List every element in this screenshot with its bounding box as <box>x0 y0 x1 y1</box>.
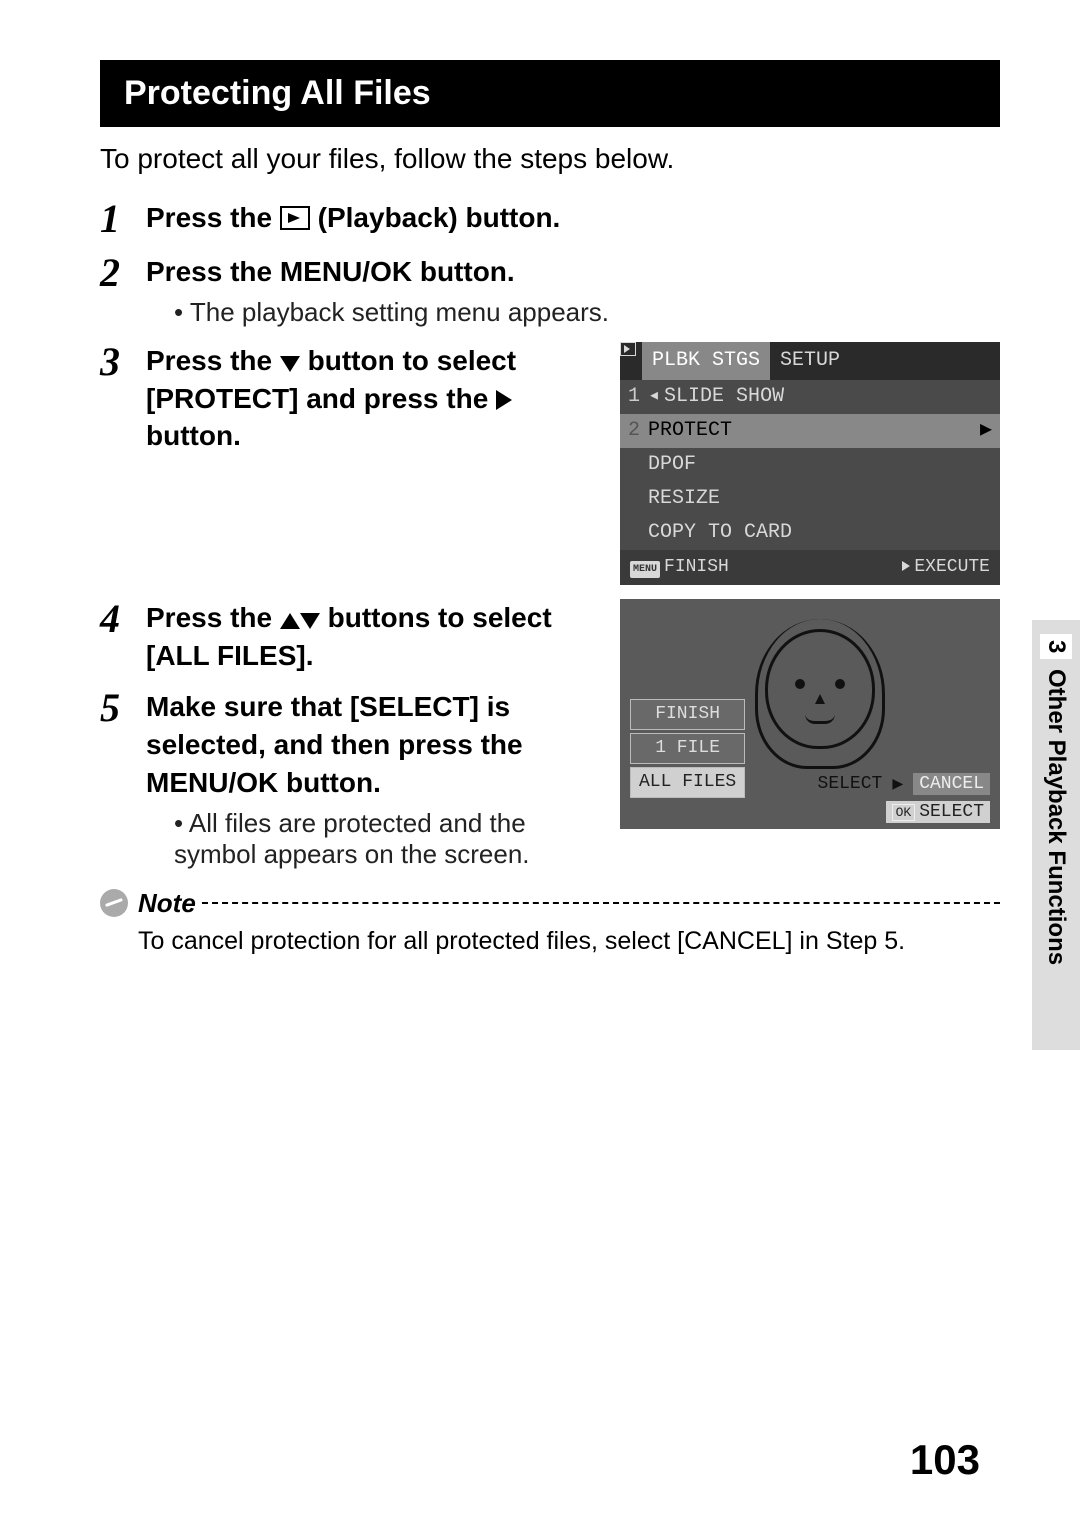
step-number: 5 <box>100 688 146 728</box>
n: 1 <box>628 382 648 412</box>
step-1-post: (Playback) button. <box>318 202 561 233</box>
step-5-title: Make sure that [SELECT] is selected, and… <box>146 688 600 801</box>
opt-all-files: ALL FILES <box>630 767 745 798</box>
t: [PROTECT] and press the <box>146 383 496 414</box>
menu-item-copy: COPY TO CARD <box>648 518 792 548</box>
lbl-cancel: CANCEL <box>913 773 990 795</box>
lcd-protect-screenshot: FINISH 1 FILE ALL FILES SELECT ▶ CANCEL … <box>620 599 1000 829</box>
t: button. <box>146 420 241 451</box>
t: Press the <box>146 345 280 376</box>
lcd-footer: MENUFINISH EXECUTE <box>620 550 1000 585</box>
footer-finish: FINISH <box>664 557 729 577</box>
intro-text: To protect all your files, follow the st… <box>100 143 1000 175</box>
chapter-side-tab: 3 Other Playback Functions <box>1032 620 1080 1050</box>
step-2-title: Press the MENU/OK button. <box>146 253 1000 291</box>
t: button to select <box>300 345 516 376</box>
step-3-title: Press the button to select [PROTECT] and… <box>146 342 600 455</box>
step-3: 3 Press the button to select [PROTECT] a… <box>100 342 1000 585</box>
tab-plbk-stgs: PLBK STGS <box>642 342 770 380</box>
right-arrow-icon <box>902 561 910 571</box>
step-number: 3 <box>100 342 146 382</box>
step-1: 1 Press the (Playback) button. <box>100 199 1000 239</box>
menu-row: RESIZE <box>620 482 1000 516</box>
lcd2-select-cancel: SELECT ▶ CANCEL <box>818 773 990 795</box>
menu-row-selected: 2PROTECT▶ <box>620 414 1000 448</box>
menu-item-resize: RESIZE <box>648 484 720 514</box>
step-number: 1 <box>100 199 146 239</box>
t: Press the <box>146 602 280 633</box>
t: [ALL FILES]. <box>146 640 313 671</box>
down-arrow-icon <box>280 356 300 372</box>
manual-page: Protecting All Files To protect all your… <box>0 0 1080 1528</box>
menu-row: COPY TO CARD <box>620 516 1000 550</box>
t: All files are protected and the symbol a… <box>174 808 530 869</box>
menu-item-slide-show: SLIDE SHOW <box>664 382 784 412</box>
step-4-title: Press the buttons to select [ALL FILES]. <box>146 599 600 675</box>
opt-finish: FINISH <box>630 699 745 730</box>
protect-options: FINISH 1 FILE ALL FILES <box>630 699 745 801</box>
ok-badge: OK <box>892 804 916 821</box>
chapter-number: 3 <box>1040 634 1072 659</box>
lbl-select: SELECT <box>818 774 883 794</box>
t: buttons to select <box>320 602 552 633</box>
step-2-sub: • The playback setting menu appears. <box>174 297 1000 328</box>
note-divider <box>202 902 1000 904</box>
playback-tab-icon <box>620 342 636 356</box>
step-1-pre: Press the <box>146 202 280 233</box>
menu-item-protect: PROTECT <box>648 416 732 446</box>
right-arrow-icon <box>496 390 512 410</box>
menu-badge: MENU <box>630 561 660 578</box>
tab-setup: SETUP <box>770 342 850 380</box>
step-1-title: Press the (Playback) button. <box>146 199 1000 237</box>
note-header: Note <box>100 888 1000 919</box>
face-illustration <box>740 619 900 779</box>
menu-row: DPOF <box>620 448 1000 482</box>
up-arrow-icon <box>280 613 300 629</box>
page-number: 103 <box>910 1436 980 1484</box>
step-4: 4 Press the buttons to select [ALL FILES… <box>100 599 1000 870</box>
opt-1-file: 1 FILE <box>630 733 745 764</box>
step-2-sub-text: The playback setting menu appears. <box>190 297 609 327</box>
n: 2 <box>628 416 648 446</box>
footer-execute: EXECUTE <box>914 557 990 577</box>
lcd2-ok-row: OKSELECT <box>886 801 990 823</box>
note-body: To cancel protection for all protected f… <box>138 927 1000 956</box>
step-number: 4 <box>100 599 146 639</box>
ok-select: SELECT <box>919 802 984 822</box>
note-icon <box>100 889 128 917</box>
step-2: 2 Press the MENU/OK button. • The playba… <box>100 253 1000 328</box>
step-5-sub: • All files are protected and the symbol… <box>174 808 600 870</box>
chapter-label: Other Playback Functions <box>1042 669 1070 965</box>
lcd-menu-screenshot: PLBK STGS SETUP 1◂SLIDE SHOW 2PROTECT▶ D… <box>620 342 1000 585</box>
note-label: Note <box>138 888 196 919</box>
down-arrow-icon <box>300 613 320 629</box>
menu-row: 1◂SLIDE SHOW <box>620 380 1000 414</box>
menu-item-dpof: DPOF <box>648 450 696 480</box>
section-title: Protecting All Files <box>100 60 1000 127</box>
step-number: 2 <box>100 253 146 293</box>
playback-icon <box>280 206 310 230</box>
